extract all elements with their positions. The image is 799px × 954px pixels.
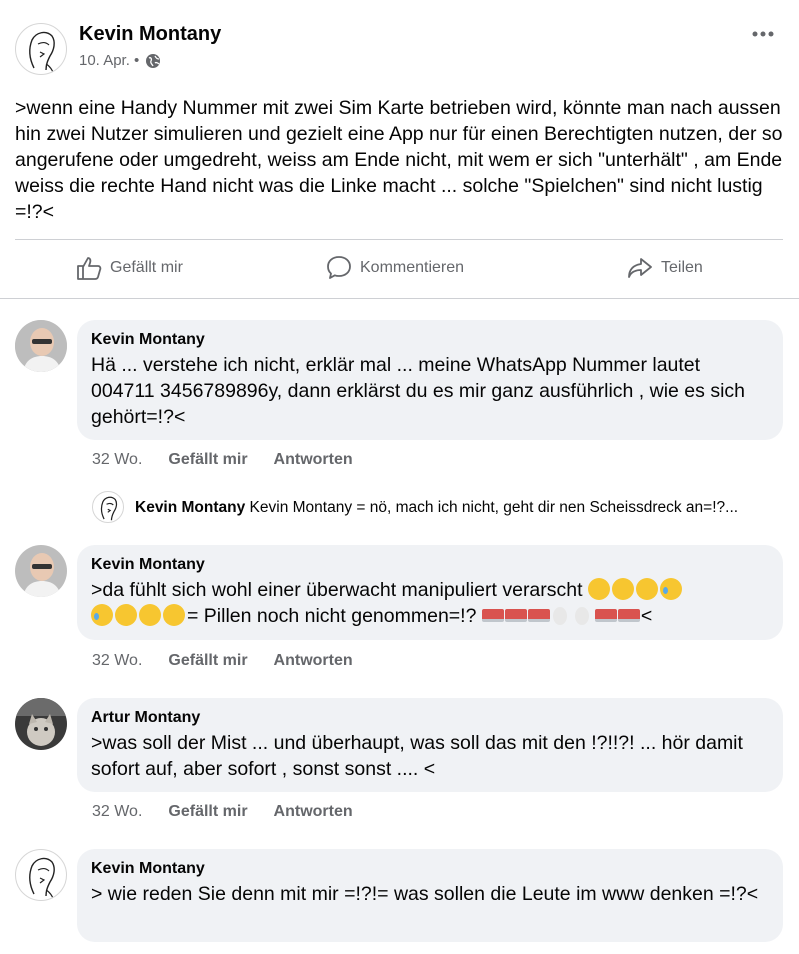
comment-reply-button[interactable]: Antworten (274, 451, 353, 469)
comment-actions: 32 Wo. Gefällt mir Antworten (92, 451, 353, 469)
bed-emoji-icon (527, 609, 550, 622)
post-divider (15, 239, 783, 240)
comment-actions: 32 Wo. Gefällt mir Antworten (92, 652, 353, 670)
globe-icon (146, 53, 161, 68)
commenter-avatar[interactable] (15, 698, 67, 750)
comment-bubble: Kevin Montany Hä ... verstehe ich nicht,… (77, 320, 783, 440)
user-photo-icon (15, 545, 67, 597)
comment-text: Hä ... verstehe ich nicht, erklär mal ..… (91, 354, 746, 428)
comment-author[interactable]: Artur Montany (91, 708, 769, 728)
laughing-tears-emoji-icon (587, 578, 610, 600)
sketch-face-icon (100, 496, 118, 521)
sweat-smile-emoji-icon (659, 578, 682, 600)
flushed-face-emoji-icon (635, 578, 658, 600)
comment-time[interactable]: 32 Wo. (92, 652, 142, 670)
bed-emoji-icon (504, 609, 527, 622)
more-horizontal-icon (752, 31, 774, 37)
post-text: >wenn eine Handy Nummer mit zwei Sim Kar… (15, 97, 783, 223)
like-label: Gefällt mir (110, 259, 183, 276)
cat-photo-icon (15, 698, 67, 750)
commenter-avatar[interactable] (15, 320, 67, 372)
reply-author-avatar[interactable] (92, 491, 124, 523)
comment-author[interactable]: Kevin Montany (91, 330, 769, 350)
comment-bubble-icon (327, 256, 351, 279)
comment-bubble: Artur Montany >was soll der Mist ... und… (77, 698, 783, 792)
thumbs-up-icon (77, 257, 102, 280)
yawning-face-emoji-icon (139, 604, 161, 626)
post-author-name[interactable]: Kevin Montany (79, 23, 221, 46)
yawning-face-emoji-icon (163, 604, 185, 626)
bed-emoji-icon (594, 609, 617, 622)
bed-emoji-icon (481, 609, 504, 622)
sketch-face-icon (29, 31, 55, 74)
bed-emoji-icon (617, 609, 640, 622)
comment-text-end: < (640, 605, 653, 627)
commenter-avatar[interactable] (15, 545, 67, 597)
comment-time[interactable]: 32 Wo. (92, 451, 142, 469)
post-author-avatar[interactable] (15, 23, 67, 75)
comment-actions: 32 Wo. Gefällt mir Antworten (92, 803, 353, 821)
comment-time[interactable]: 32 Wo. (92, 803, 142, 821)
comment-text: >was soll der Mist ... und überhaupt, wa… (91, 732, 743, 780)
comment-button[interactable]: Kommentieren (326, 255, 464, 281)
comment-text-line2: = Pillen noch nicht genommen=!? (187, 605, 477, 627)
post-date[interactable]: 10. Apr. • (79, 52, 139, 69)
yawning-face-emoji-icon (115, 604, 137, 626)
comment-text-line1: >da fühlt sich wohl einer überwacht mani… (91, 579, 583, 601)
sketch-face-icon (29, 857, 55, 900)
comment-label: Kommentieren (360, 259, 465, 276)
user-photo-icon (15, 320, 67, 372)
comment-text: > wie reden Sie denn mit mir =!?!= was s… (91, 883, 759, 905)
reply-preview[interactable]: Kevin Montany Kevin Montany = nö, mach i… (135, 499, 785, 517)
comment-like-button[interactable]: Gefällt mir (168, 652, 247, 670)
more-options-button[interactable] (750, 26, 778, 42)
actions-divider (0, 298, 799, 299)
comment-author[interactable]: Kevin Montany (91, 859, 769, 879)
comment-bubble: Kevin Montany > wie reden Sie denn mit m… (77, 849, 783, 942)
comment-like-button[interactable]: Gefällt mir (168, 451, 247, 469)
comment-reply-button[interactable]: Antworten (274, 652, 353, 670)
reply-text: Kevin Montany = nö, mach ich nicht, geht… (249, 499, 739, 516)
reply-author[interactable]: Kevin Montany (135, 499, 245, 516)
share-button[interactable]: Teilen (627, 255, 703, 281)
comment-author[interactable]: Kevin Montany (91, 555, 769, 575)
comment-text: >da fühlt sich wohl einer überwacht mani… (91, 577, 769, 629)
share-label: Teilen (661, 259, 703, 276)
moon-emoji-icon (552, 607, 567, 625)
share-arrow-icon (628, 258, 652, 278)
comment-like-button[interactable]: Gefällt mir (168, 803, 247, 821)
comment-reply-button[interactable]: Antworten (274, 803, 353, 821)
sad-face-emoji-icon (611, 578, 634, 600)
like-button[interactable]: Gefällt mir (76, 255, 183, 281)
commenter-avatar[interactable] (15, 849, 67, 901)
comment-bubble: Kevin Montany >da fühlt sich wohl einer … (77, 545, 783, 640)
post-meta: 10. Apr. • (79, 52, 161, 69)
moon-emoji-icon (574, 607, 589, 625)
rofl-emoji-icon (91, 604, 113, 626)
